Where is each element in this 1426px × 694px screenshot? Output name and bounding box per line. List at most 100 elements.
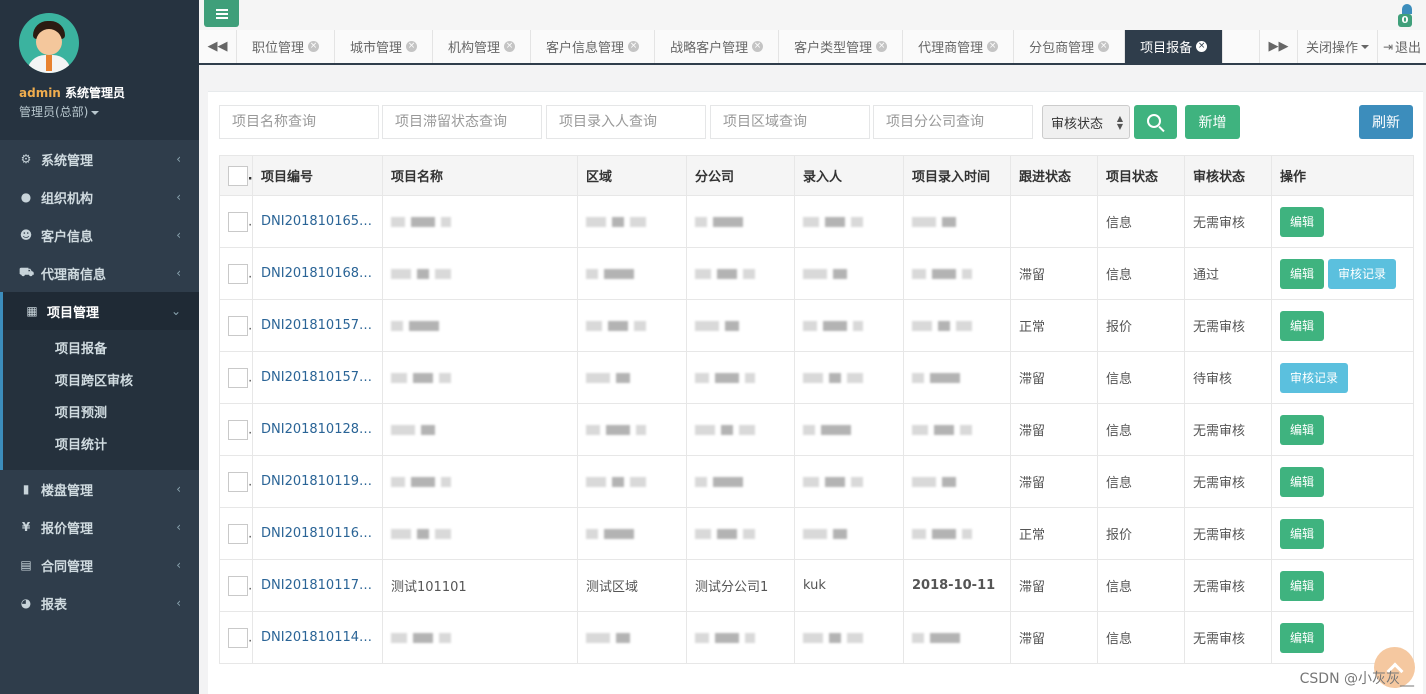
audit-record-button[interactable]: 审核记录 bbox=[1280, 362, 1349, 393]
sidebar-item[interactable]: ◕ 报表 ‹ bbox=[0, 584, 199, 622]
project-entered-by-search-input[interactable] bbox=[546, 105, 706, 139]
redacted-cell bbox=[794, 247, 904, 300]
close-icon[interactable]: × bbox=[504, 41, 516, 52]
row-checkbox[interactable] bbox=[228, 211, 248, 232]
table-row: DNI2018101145... 滞留 信息 无需审核 编辑 bbox=[219, 611, 1414, 664]
close-icon[interactable]: × bbox=[752, 41, 764, 52]
close-icon[interactable]: × bbox=[1098, 41, 1110, 52]
tabs-scroll-right-button[interactable]: ▶▶ bbox=[1259, 30, 1297, 63]
sidebar-item[interactable]: ¥ 报价管理 ‹ bbox=[0, 508, 199, 546]
project-code-link[interactable]: DNI2018101198... bbox=[252, 455, 383, 508]
add-button[interactable]: 新增 bbox=[1185, 105, 1240, 139]
sidebar-item[interactable]: ● 组织机构 ‹ bbox=[0, 178, 199, 216]
sidebar-item[interactable]: ▮ 楼盘管理 ‹ bbox=[0, 470, 199, 508]
submenu-item[interactable]: 项目报备 bbox=[3, 334, 199, 366]
project-name-search-input[interactable] bbox=[219, 105, 379, 139]
redaction-mark bbox=[441, 216, 451, 227]
row-checkbox[interactable] bbox=[228, 627, 248, 648]
select-all-checkbox[interactable] bbox=[228, 165, 248, 186]
project-branch-search-input[interactable] bbox=[873, 105, 1033, 139]
redacted-cell bbox=[382, 351, 578, 404]
tab-item[interactable]: 客户信息管理 × bbox=[531, 30, 656, 63]
project-region-search-input[interactable] bbox=[710, 105, 870, 139]
project-code-link[interactable]: DNI2018101172... bbox=[252, 559, 383, 612]
row-checkbox[interactable] bbox=[228, 471, 248, 492]
chevron-left-icon: ‹ bbox=[176, 152, 181, 166]
project-stay-status-search-input[interactable] bbox=[382, 105, 542, 139]
project-code-link[interactable]: DNI2018101577... bbox=[252, 299, 383, 352]
logout-button[interactable]: ⇥ 退出 bbox=[1377, 30, 1426, 63]
tab-item[interactable]: 战略客户管理 × bbox=[655, 30, 780, 63]
avatar[interactable] bbox=[19, 13, 79, 73]
close-icon[interactable]: × bbox=[628, 41, 640, 52]
tab-item[interactable]: 机构管理 × bbox=[433, 30, 532, 63]
edit-button[interactable]: 编辑 bbox=[1280, 310, 1325, 341]
edit-button[interactable]: 编辑 bbox=[1280, 518, 1325, 549]
row-checkbox[interactable] bbox=[228, 575, 248, 596]
edit-button[interactable]: 编辑 bbox=[1280, 466, 1325, 497]
sidebar-item[interactable]: ⚙ 系统管理 ‹ bbox=[0, 140, 199, 178]
tab-item[interactable]: 职位管理 × bbox=[237, 30, 336, 63]
redaction-mark bbox=[391, 320, 403, 331]
close-icon[interactable]: × bbox=[308, 41, 320, 52]
notification-bell[interactable]: 0 bbox=[1396, 2, 1416, 28]
row-checkbox[interactable] bbox=[228, 419, 248, 440]
tab-item[interactable]: 代理商管理 × bbox=[903, 30, 1015, 63]
redaction-mark bbox=[391, 372, 407, 383]
redaction-mark bbox=[634, 320, 646, 331]
cell-status: 信息 bbox=[1097, 195, 1185, 248]
redaction-mark bbox=[743, 528, 755, 539]
redaction-mark bbox=[604, 268, 634, 279]
sidebar-item[interactable]: ☻ 客户信息 ‹ bbox=[0, 216, 199, 254]
sidebar-item[interactable]: ⛟ 代理商信息 ‹ bbox=[0, 254, 199, 292]
submenu-item[interactable]: 项目跨区审核 bbox=[3, 366, 199, 398]
submenu-item[interactable]: 项目统计 bbox=[3, 430, 199, 462]
edit-button[interactable]: 编辑 bbox=[1280, 258, 1325, 289]
tab-item[interactable]: 项目报备 × bbox=[1125, 30, 1224, 63]
refresh-button[interactable]: 刷新 bbox=[1359, 105, 1413, 139]
project-code-link[interactable]: DNI2018101572... bbox=[252, 351, 383, 404]
project-code-link[interactable]: DNI2018101281... bbox=[252, 403, 383, 456]
project-code-link[interactable]: DNI2018101659... bbox=[252, 195, 383, 248]
row-checkbox[interactable] bbox=[228, 523, 248, 544]
edit-button[interactable]: 编辑 bbox=[1280, 414, 1325, 445]
edit-button[interactable]: 编辑 bbox=[1280, 206, 1325, 237]
close-icon[interactable]: × bbox=[406, 41, 418, 52]
tab-item[interactable]: 客户类型管理 × bbox=[779, 30, 904, 63]
redacted-cell bbox=[903, 455, 1011, 508]
user-role-dropdown[interactable]: 管理员(总部) bbox=[19, 103, 100, 120]
close-icon[interactable]: × bbox=[987, 41, 999, 52]
sidebar-toggle-button[interactable] bbox=[204, 0, 239, 27]
audit-status-select[interactable]: 审核状态 ▲ ▼ bbox=[1042, 105, 1130, 139]
redacted-cell bbox=[686, 247, 795, 300]
edit-button[interactable]: 编辑 bbox=[1280, 570, 1325, 601]
edit-button[interactable]: 编辑 bbox=[1280, 622, 1325, 653]
row-select-cell bbox=[219, 403, 253, 456]
cell-status: 信息 bbox=[1097, 403, 1185, 456]
tab-item[interactable]: 城市管理 × bbox=[335, 30, 434, 63]
table-row: DNI2018101281... 滞留 信息 无需审核 编辑 bbox=[219, 403, 1414, 456]
sidebar-item-label: 楼盘管理 bbox=[41, 483, 94, 499]
project-code-link[interactable]: DNI2018101145... bbox=[252, 611, 383, 664]
redaction-mark bbox=[912, 632, 924, 643]
close-icon[interactable]: × bbox=[1196, 41, 1208, 52]
redaction-mark bbox=[825, 216, 845, 227]
audit-record-button[interactable]: 审核记录 bbox=[1328, 258, 1397, 289]
search-button[interactable] bbox=[1134, 105, 1177, 139]
row-checkbox[interactable] bbox=[228, 367, 248, 388]
project-code-link[interactable]: DNI2018101683... bbox=[252, 247, 383, 300]
redaction-mark bbox=[616, 372, 630, 383]
submenu-item[interactable]: 项目预测 bbox=[3, 398, 199, 430]
close-icon[interactable]: × bbox=[876, 41, 888, 52]
tabs-scroll-left-button[interactable]: ◀◀ bbox=[199, 30, 237, 63]
cell-status: 信息 bbox=[1097, 247, 1185, 300]
row-checkbox[interactable] bbox=[228, 263, 248, 284]
project-code-link[interactable]: DNI2018101167... bbox=[252, 507, 383, 560]
sidebar-item[interactable]: ▦ 项目管理 ⌄ bbox=[0, 292, 199, 330]
cell-audit: 无需审核 bbox=[1184, 559, 1272, 612]
sidebar-item[interactable]: ▤ 合同管理 ‹ bbox=[0, 546, 199, 584]
row-checkbox[interactable] bbox=[228, 315, 248, 336]
tab-item[interactable]: 分包商管理 × bbox=[1014, 30, 1126, 63]
close-ops-dropdown[interactable]: 关闭操作 bbox=[1297, 30, 1377, 63]
notification-badge: 0 bbox=[1398, 14, 1412, 27]
